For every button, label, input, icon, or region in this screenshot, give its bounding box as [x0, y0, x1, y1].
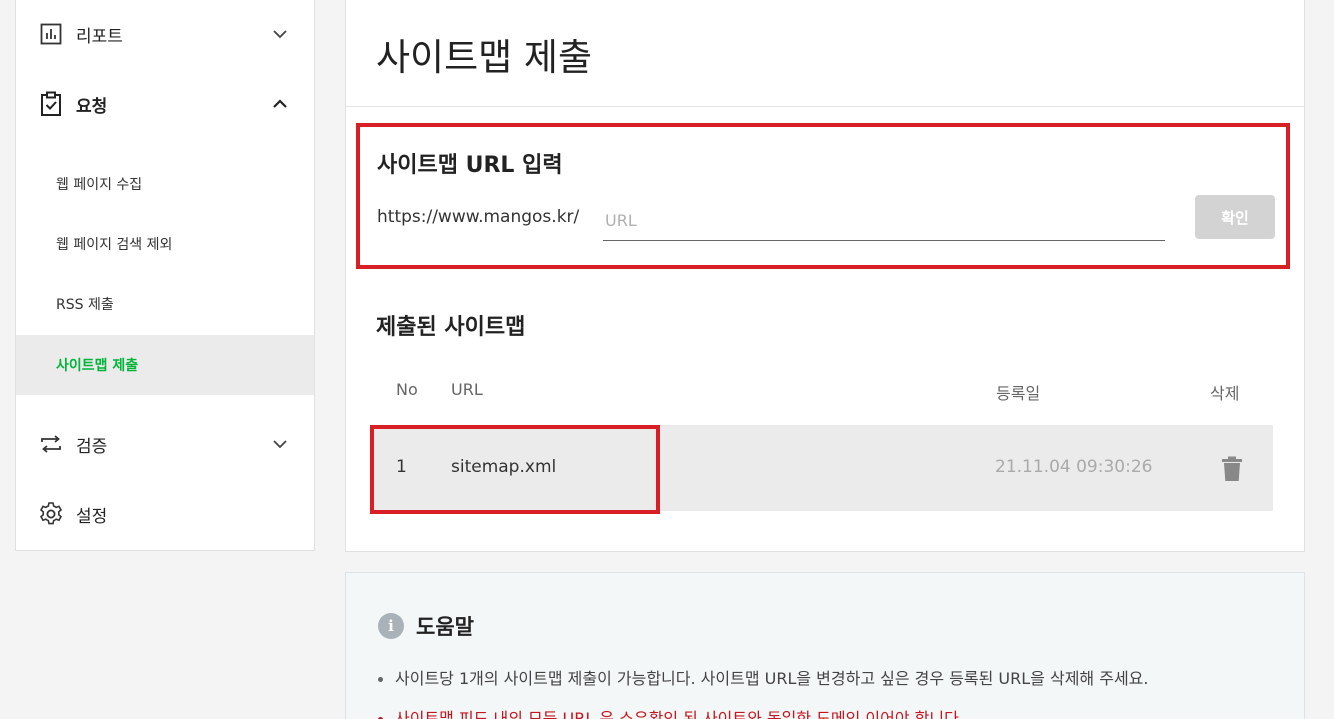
chevron-down-icon[interactable] [272, 26, 288, 42]
info-icon: i [378, 613, 404, 639]
sidebar-item-report[interactable]: 리포트 [16, 4, 314, 64]
sidebar-item-verify[interactable]: 검증 [16, 414, 314, 474]
column-header-date: 등록일 [996, 384, 1041, 403]
bullet-icon [378, 677, 383, 682]
sidebar-item-label: 설정 [76, 506, 108, 527]
row-no: 1 [396, 457, 407, 477]
sidebar-item-label: 검증 [76, 436, 108, 457]
sidebar: 리포트 요청 웹 페이지 수집 웹 페이지 검색 제외 RSS 제출 사이트맵 … [15, 0, 315, 551]
sidebar-subitem-label: RSS 제출 [56, 297, 114, 313]
column-header-url: URL [451, 380, 483, 399]
url-prefix: https://www.mangos.kr/ [377, 207, 580, 227]
sidebar-item-label: 요청 [76, 96, 108, 117]
help-panel: i 도움말 사이트당 1개의 사이트맵 제출이 가능합니다. 사이트맵 URL을… [345, 572, 1305, 719]
sidebar-item-label: 리포트 [76, 26, 123, 47]
repeat-arrows-icon [38, 431, 64, 457]
sidebar-subitem-web-crawl[interactable]: 웹 페이지 수집 [16, 154, 314, 214]
page-title: 사이트맵 제출 [376, 36, 593, 79]
clipboard-check-icon [38, 91, 64, 117]
gear-icon [38, 501, 64, 527]
sidebar-item-request[interactable]: 요청 [16, 74, 314, 134]
chevron-up-icon[interactable] [272, 96, 288, 112]
trash-icon[interactable] [1221, 456, 1243, 482]
sitemap-input-section: 사이트맵 URL 입력 https://www.mangos.kr/ 확인 [356, 123, 1290, 269]
chevron-down-icon[interactable] [272, 436, 288, 452]
sidebar-subitem-label: 웹 페이지 검색 제외 [56, 237, 173, 253]
sidebar-item-settings[interactable]: 설정 [16, 484, 314, 544]
bar-chart-icon [38, 21, 64, 47]
help-title: 도움말 [416, 615, 474, 639]
submitted-title: 제출된 사이트맵 [376, 315, 526, 340]
sidebar-subitem-label: 웹 페이지 수집 [56, 177, 143, 193]
sitemap-url-input[interactable] [603, 201, 1165, 241]
sidebar-subitem-rss[interactable]: RSS 제출 [16, 274, 314, 334]
row-url: sitemap.xml [451, 457, 557, 477]
section-title: 사이트맵 URL 입력 [377, 153, 563, 178]
column-header-delete: 삭제 [1210, 384, 1240, 403]
help-item: 사이트당 1개의 사이트맵 제출이 가능합니다. 사이트맵 URL을 변경하고 … [378, 665, 1148, 689]
help-item-text: 사이트맵 피드 내의 모든 URL 은 소유확인 된 사이트와 동일한 도메인 … [395, 709, 964, 719]
row-date: 21.11.04 09:30:26 [995, 457, 1153, 477]
column-header-no: No [396, 380, 418, 399]
sidebar-subitem-label: 사이트맵 제출 [56, 358, 139, 374]
sidebar-subitem-sitemap[interactable]: 사이트맵 제출 [16, 335, 314, 395]
help-item-text: 사이트당 1개의 사이트맵 제출이 가능합니다. 사이트맵 URL을 변경하고 … [395, 669, 1149, 688]
confirm-button[interactable]: 확인 [1195, 195, 1275, 239]
help-item-warning: 사이트맵 피드 내의 모든 URL 은 소유확인 된 사이트와 동일한 도메인 … [378, 705, 964, 719]
divider [346, 106, 1304, 107]
sidebar-subitem-web-exclude[interactable]: 웹 페이지 검색 제외 [16, 214, 314, 274]
